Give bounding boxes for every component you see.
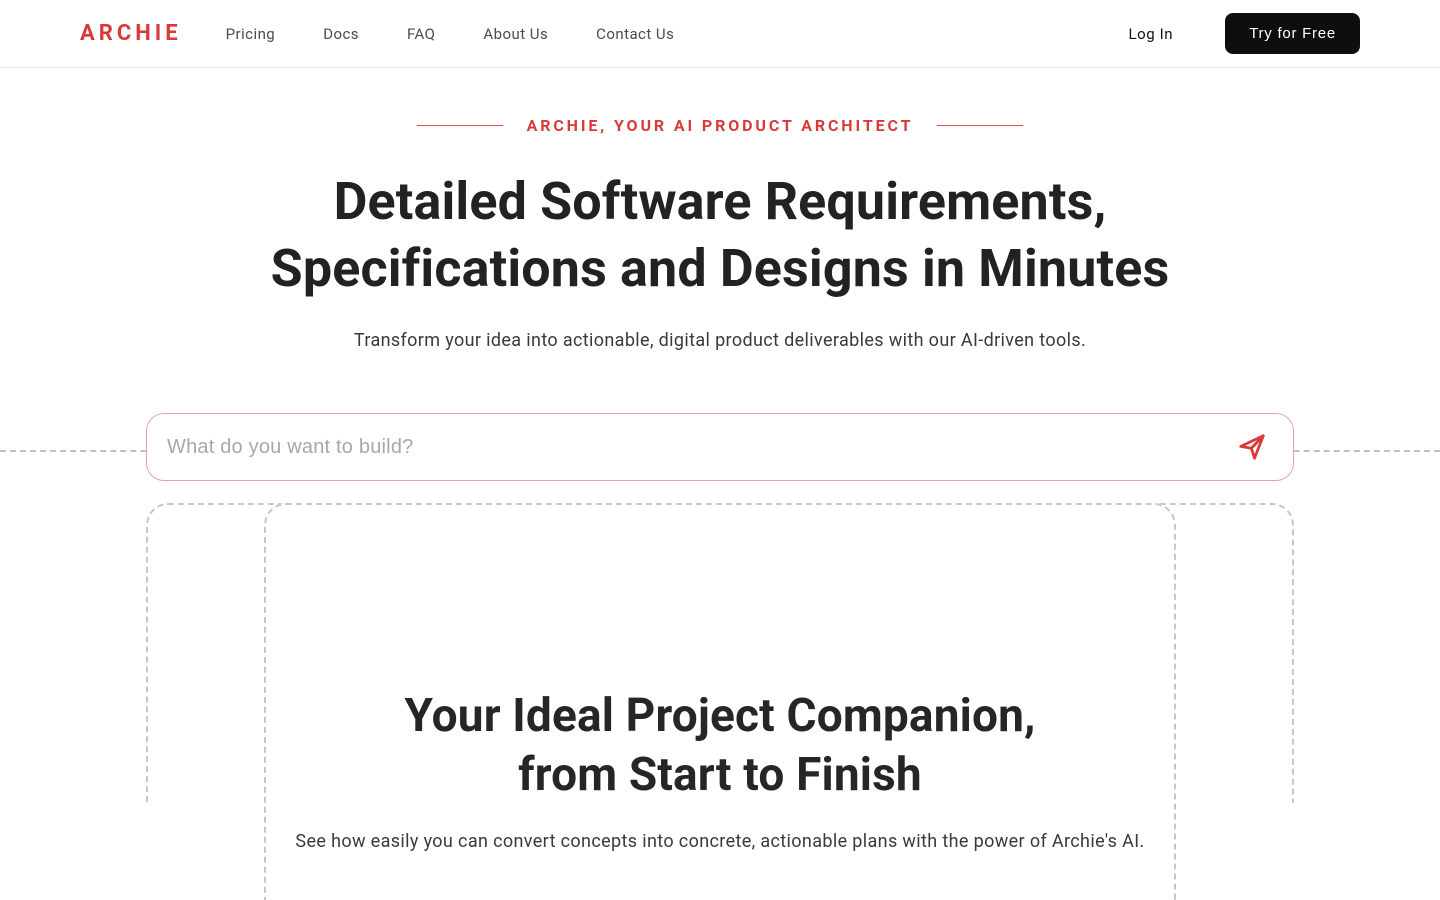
section-2-subhead: See how easily you can convert concepts … <box>266 831 1174 852</box>
hero-headline-line1: Detailed Software Requirements, <box>334 171 1107 232</box>
submit-prompt-button[interactable] <box>1237 432 1267 462</box>
section-2-headline-line1: Your Ideal Project Companion, <box>404 689 1035 743</box>
hero-headline-line2: Specifications and Designs in Minutes <box>271 238 1170 299</box>
try-for-free-button[interactable]: Try for Free <box>1225 13 1360 54</box>
hero-eyebrow: ARCHIE, YOUR AI PRODUCT ARCHITECT <box>0 116 1440 135</box>
eyebrow-line-left <box>417 125 503 126</box>
brand-logo[interactable]: ARCHIE <box>80 21 182 46</box>
primary-nav: Pricing Docs FAQ About Us Contact Us <box>226 25 675 43</box>
section-2-headline-line2: from Start to Finish <box>518 748 922 802</box>
site-header: ARCHIE Pricing Docs FAQ About Us Contact… <box>0 0 1440 68</box>
dashed-panel-center: Your Ideal Project Companion, from Start… <box>264 503 1176 900</box>
hero-eyebrow-text: ARCHIE, YOUR AI PRODUCT ARCHITECT <box>527 116 914 135</box>
prompt-input[interactable] <box>167 436 1237 459</box>
nav-faq[interactable]: FAQ <box>407 25 435 43</box>
section-2: Your Ideal Project Companion, from Start… <box>266 687 1174 852</box>
nav-pricing[interactable]: Pricing <box>226 25 276 43</box>
nav-about-us[interactable]: About Us <box>483 25 548 43</box>
login-link[interactable]: Log In <box>1128 25 1173 43</box>
hero-subhead: Transform your idea into actionable, dig… <box>0 330 1440 351</box>
eyebrow-line-right <box>937 125 1023 126</box>
nav-docs[interactable]: Docs <box>323 25 359 43</box>
hero-headline: Detailed Software Requirements, Specific… <box>0 169 1440 302</box>
prompt-box <box>146 413 1294 481</box>
nav-contact-us[interactable]: Contact Us <box>596 25 674 43</box>
section-2-headline: Your Ideal Project Companion, from Start… <box>266 687 1174 805</box>
prompt-section: Your Ideal Project Companion, from Start… <box>0 413 1440 900</box>
send-icon <box>1237 432 1267 462</box>
hero-section: ARCHIE, YOUR AI PRODUCT ARCHITECT Detail… <box>0 68 1440 351</box>
dashed-panels-row: Your Ideal Project Companion, from Start… <box>146 503 1294 900</box>
